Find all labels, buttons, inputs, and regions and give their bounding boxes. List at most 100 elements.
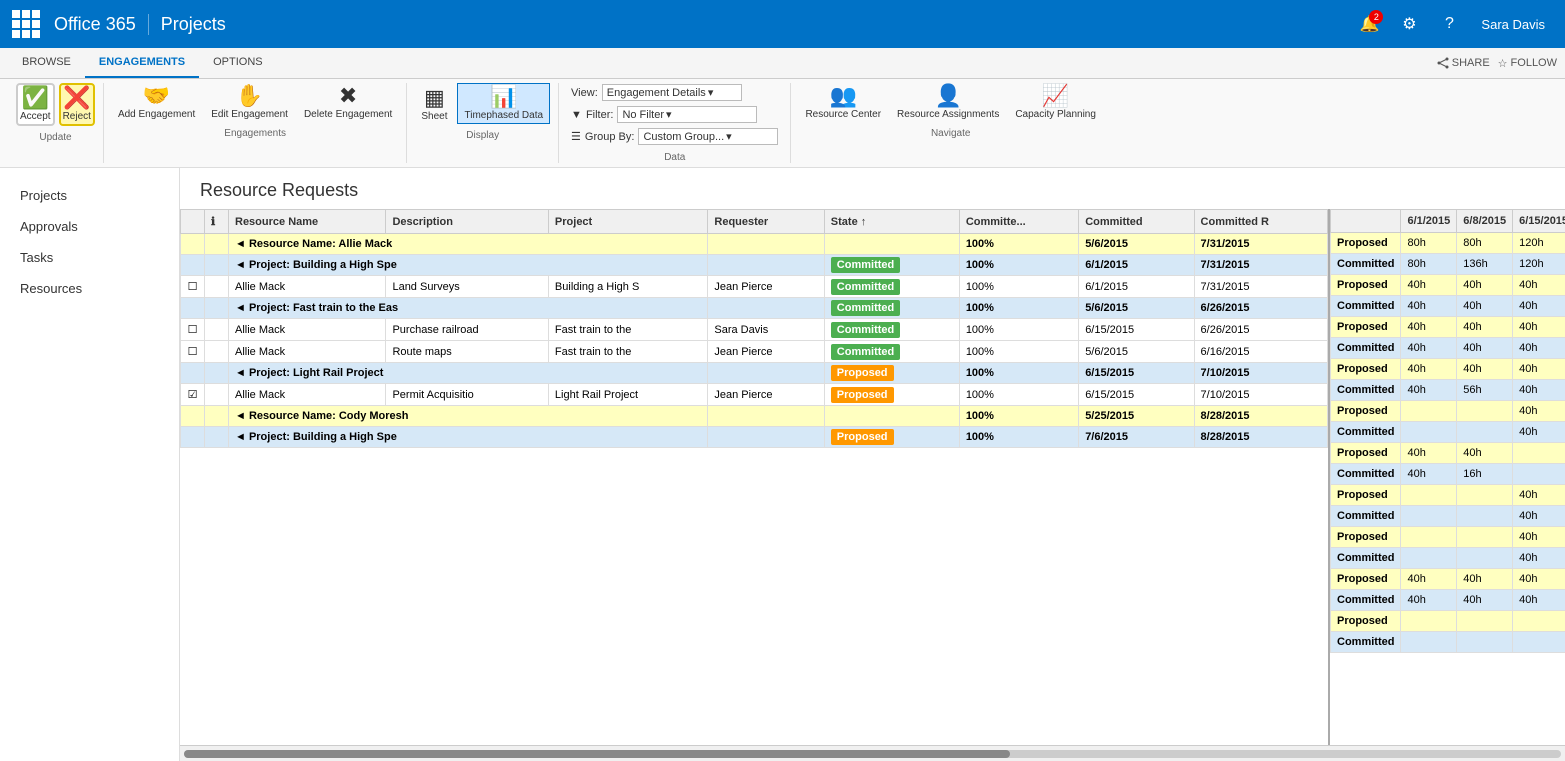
waffle-menu[interactable] xyxy=(10,8,42,40)
state-cell: Proposed xyxy=(824,384,959,406)
ribbon-tabs: BROWSE ENGAGEMENTS OPTIONS SHARE ☆ FOLLO… xyxy=(0,48,1565,79)
checkbox-cell[interactable]: ☑ xyxy=(181,384,205,406)
table-row[interactable]: ☐ Allie Mack Land Surveys Building a Hig… xyxy=(181,276,1328,298)
edit-engagement-icon: ✋ xyxy=(236,85,263,107)
checkbox-cell[interactable]: ☐ xyxy=(181,276,205,298)
right-v3-cell: 40h xyxy=(1513,338,1565,359)
tab-options[interactable]: OPTIONS xyxy=(199,48,277,78)
view-dropdown[interactable]: Engagement Details ▾ xyxy=(602,84,742,101)
timephased-icon: 📊 xyxy=(490,86,517,108)
sheet-button[interactable]: ▦ Sheet xyxy=(415,85,453,124)
col-requester: Requester xyxy=(708,210,824,234)
right-col-d1: 6/1/2015 xyxy=(1401,210,1457,233)
add-engagement-button[interactable]: 🤝 Add Engagement xyxy=(112,83,201,122)
groupby-dropdown[interactable]: Custom Group... ▾ xyxy=(638,128,778,145)
table-row[interactable]: ☑ Allie Mack Permit Acquisitio Light Rai… xyxy=(181,384,1328,406)
right-v3-cell: 40h xyxy=(1513,401,1565,422)
right-label-cell: Committed xyxy=(1331,338,1401,359)
right-label-cell: Proposed xyxy=(1331,569,1401,590)
help-icon[interactable]: ? xyxy=(1431,6,1467,42)
resource-cell: Allie Mack xyxy=(229,384,386,406)
info-cell xyxy=(205,234,229,255)
right-v1-cell xyxy=(1401,611,1457,632)
edit-engagement-button[interactable]: ✋ Edit Engagement xyxy=(205,83,294,122)
update-group-label: Update xyxy=(39,132,71,143)
description-cell: Land Surveys xyxy=(386,276,548,298)
sidebar-item-tasks[interactable]: Tasks xyxy=(0,242,179,273)
right-label-cell: Committed xyxy=(1331,548,1401,569)
right-v2-cell: 56h xyxy=(1457,380,1513,401)
state-cell: Committed xyxy=(824,319,959,341)
horizontal-scrollbar[interactable] xyxy=(180,745,1565,761)
sidebar-item-resources[interactable]: Resources xyxy=(0,273,179,304)
right-col-d2: 6/8/2015 xyxy=(1457,210,1513,233)
table-row[interactable]: ☐ Allie Mack Route maps Fast train to th… xyxy=(181,341,1328,363)
right-table-row: Proposed 40h 40h 40h 40h xyxy=(1331,569,1565,590)
right-label-cell: Committed xyxy=(1331,296,1401,317)
right-table-row: Committed xyxy=(1331,632,1565,653)
notification-icon[interactable]: 🔔 2 xyxy=(1351,6,1387,42)
right-label-cell: Proposed xyxy=(1331,443,1401,464)
main-layout: Projects Approvals Tasks Resources Resou… xyxy=(0,168,1565,761)
right-v1-cell: 80h xyxy=(1401,254,1457,275)
right-table-row: Committed 40h 40h xyxy=(1331,548,1565,569)
sheet-icon: ▦ xyxy=(424,87,445,109)
right-label-cell: Proposed xyxy=(1331,485,1401,506)
resource-cell: Allie Mack xyxy=(229,341,386,363)
right-table-row: Proposed 40h 40h xyxy=(1331,485,1565,506)
table-row: ◄ Project: Light Rail Project Proposed 1… xyxy=(181,363,1328,384)
share-button[interactable]: SHARE xyxy=(1437,57,1490,69)
tab-browse[interactable]: BROWSE xyxy=(8,48,85,78)
right-v3-cell: 40h xyxy=(1513,359,1565,380)
resource-center-button[interactable]: 👥 Resource Center xyxy=(799,83,887,122)
right-v2-cell: 136h xyxy=(1457,254,1513,275)
description-cell: Purchase railroad xyxy=(386,319,548,341)
sidebar-item-approvals[interactable]: Approvals xyxy=(0,211,179,242)
delete-engagement-icon: ✖ xyxy=(339,85,357,107)
state-cell: Committed xyxy=(824,276,959,298)
timephased-button[interactable]: 📊 Timephased Data xyxy=(457,83,550,124)
reject-button[interactable]: ❌ Reject xyxy=(59,83,95,126)
right-v3-cell xyxy=(1513,443,1565,464)
resource-assignments-button[interactable]: 👤 Resource Assignments xyxy=(891,83,1005,122)
filter-icon: ▼ xyxy=(571,109,582,121)
table-row: ◄ Project: Building a High Spe Proposed … xyxy=(181,427,1328,448)
ribbon-group-data: View: Engagement Details ▾ ▼ Filter: No … xyxy=(559,83,791,163)
right-table-row: Committed 40h 56h 40h xyxy=(1331,380,1565,401)
notification-badge: 2 xyxy=(1369,10,1383,24)
settings-icon[interactable]: ⚙ xyxy=(1391,6,1427,42)
right-label-cell: Committed xyxy=(1331,254,1401,275)
right-v3-cell: 120h xyxy=(1513,254,1565,275)
right-label-cell: Committed xyxy=(1331,590,1401,611)
capacity-planning-icon: 📈 xyxy=(1042,85,1069,107)
user-name[interactable]: Sara Davis xyxy=(1471,17,1555,32)
right-v3-cell: 40h xyxy=(1513,275,1565,296)
right-table-row: Committed 40h 40h xyxy=(1331,506,1565,527)
checkbox-cell[interactable]: ☐ xyxy=(181,319,205,341)
delete-engagement-button[interactable]: ✖ Delete Engagement xyxy=(298,83,398,122)
right-label-cell: Proposed xyxy=(1331,233,1401,254)
ribbon-toolbar: ✅ Accept ❌ Reject Update 🤝 Add Engagemen… xyxy=(0,79,1565,168)
right-label-cell: Proposed xyxy=(1331,527,1401,548)
groupby-control: ☰ Group By: Custom Group... ▾ xyxy=(567,127,782,146)
tab-engagements[interactable]: ENGAGEMENTS xyxy=(85,48,199,78)
project-cell: Building a High S xyxy=(548,276,707,298)
right-v2-cell: 40h xyxy=(1457,275,1513,296)
accept-button[interactable]: ✅ Accept xyxy=(16,83,55,126)
table-wrapper: ℹ Resource Name Description Project Requ… xyxy=(180,209,1565,745)
capacity-planning-button[interactable]: 📈 Capacity Planning xyxy=(1009,83,1102,122)
right-table-container[interactable]: 6/1/2015 6/8/2015 6/15/2015 6/22/ Propos… xyxy=(1330,209,1565,745)
table-row[interactable]: ☐ Allie Mack Purchase railroad Fast trai… xyxy=(181,319,1328,341)
right-v3-cell: 40h xyxy=(1513,380,1565,401)
sidebar-item-projects[interactable]: Projects xyxy=(0,180,179,211)
filter-dropdown[interactable]: No Filter ▾ xyxy=(617,106,757,123)
left-table-container[interactable]: ℹ Resource Name Description Project Requ… xyxy=(180,209,1330,745)
project-name-cell: ◄ Project: Fast train to the Eas xyxy=(229,298,708,319)
checkbox-cell[interactable]: ☐ xyxy=(181,341,205,363)
right-v1-cell xyxy=(1401,548,1457,569)
state-badge: Committed xyxy=(831,257,900,273)
top-bar: Office 365 Projects 🔔 2 ⚙ ? Sara Davis xyxy=(0,0,1565,48)
follow-button[interactable]: ☆ FOLLOW xyxy=(1498,57,1557,70)
col-description: Description xyxy=(386,210,548,234)
engagements-group-label: Engagements xyxy=(224,128,286,139)
